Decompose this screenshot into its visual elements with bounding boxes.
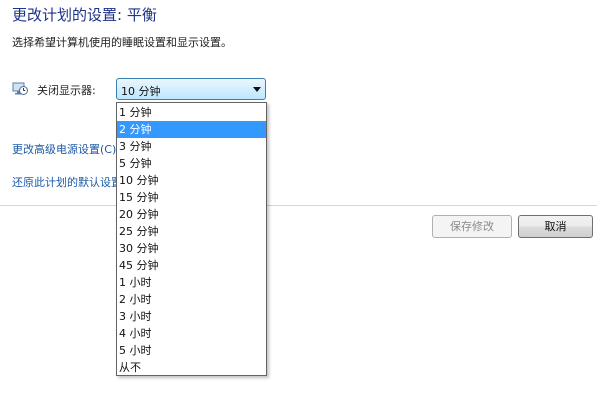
dropdown-option[interactable]: 2 分钟 (117, 121, 266, 138)
display-off-dropdown-list[interactable]: 1 分钟 2 分钟 3 分钟 5 分钟 10 分钟 15 分钟 20 分钟 25 分钟 30 分… (116, 102, 267, 376)
restore-defaults-link[interactable]: 还原此计划的默认设置 (12, 174, 116, 190)
dropdown-option[interactable]: 5 小时 (117, 342, 266, 359)
dropdown-option[interactable]: 5 分钟 (117, 155, 266, 172)
dropdown-option[interactable]: 4 小时 (117, 325, 266, 342)
chevron-down-icon (253, 87, 261, 92)
dropdown-option[interactable]: 从不 (117, 359, 266, 376)
divider (0, 205, 597, 206)
cancel-button[interactable]: 取消 (518, 215, 593, 238)
dropdown-option[interactable]: 1 分钟 (117, 104, 266, 121)
dropdown-option[interactable]: 2 小时 (117, 291, 266, 308)
display-off-label: 关闭显示器: (37, 84, 96, 97)
display-off-select[interactable]: 10 分钟 (116, 78, 266, 100)
save-changes-button[interactable]: 保存修改 (432, 215, 512, 238)
dropdown-option[interactable]: 45 分钟 (117, 257, 266, 274)
dropdown-option[interactable]: 15 分钟 (117, 189, 266, 206)
dropdown-option[interactable]: 3 分钟 (117, 138, 266, 155)
dropdown-option[interactable]: 30 分钟 (117, 240, 266, 257)
advanced-power-settings-link[interactable]: 更改高级电源设置(C) (12, 141, 116, 157)
monitor-clock-icon (12, 82, 28, 95)
dropdown-option[interactable]: 25 分钟 (117, 223, 266, 240)
dropdown-option[interactable]: 10 分钟 (117, 172, 266, 189)
page-title: 更改计划的设置: 平衡 (12, 6, 157, 24)
page-subtitle: 选择希望计算机使用的睡眠设置和显示设置。 (12, 36, 232, 49)
dropdown-option[interactable]: 3 小时 (117, 308, 266, 325)
dropdown-option[interactable]: 20 分钟 (117, 206, 266, 223)
display-off-selected-value: 10 分钟 (121, 85, 161, 98)
dropdown-option[interactable]: 1 小时 (117, 274, 266, 291)
